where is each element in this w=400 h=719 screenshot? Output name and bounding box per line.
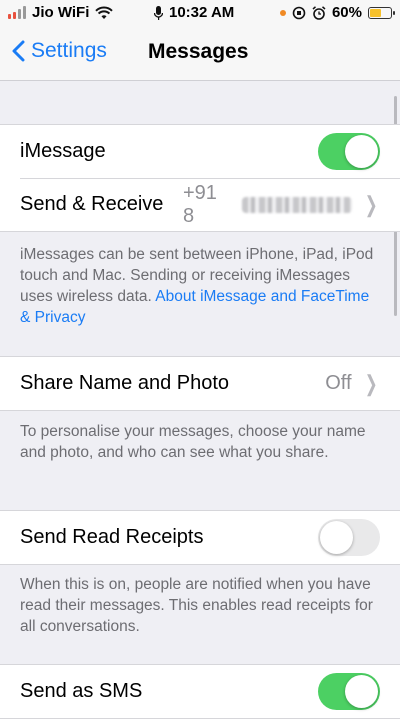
phone-number-value: +91 8 [183, 181, 217, 227]
microphone-icon [154, 5, 163, 20]
imessage-group: iMessage Send & Receive +91 8 ❯ [0, 124, 400, 232]
send-sms-label: Send as SMS [20, 680, 143, 702]
read-receipts-label: Send Read Receipts [20, 526, 204, 548]
chevron-right-icon: ❯ [364, 370, 378, 396]
redacted-number [242, 196, 352, 213]
battery-percentage: 60% [331, 4, 362, 21]
battery-fill [370, 8, 382, 17]
share-name-footer: To personalise your messages, choose you… [20, 421, 382, 463]
wifi-icon [95, 6, 114, 19]
navigation-bar: Settings Messages [0, 26, 400, 81]
imessage-footer: iMessages can be sent between iPhone, iP… [20, 244, 382, 328]
status-bar: Jio WiFi 10:32 AM 60% [0, 0, 400, 26]
battery-icon [368, 6, 395, 19]
imessage-toggle[interactable] [318, 133, 380, 170]
status-right: 60% [279, 4, 395, 21]
status-center: 10:32 AM [154, 4, 234, 21]
back-button-label: Settings [31, 39, 107, 62]
recording-indicator-icon [279, 9, 286, 16]
chevron-left-icon [12, 40, 25, 62]
cellular-signal-icon [8, 6, 26, 19]
share-name-footer-text: To personalise your messages, choose you… [20, 423, 366, 461]
send-sms-toggle[interactable] [318, 673, 380, 710]
chevron-right-icon: ❯ [364, 191, 378, 217]
status-left: Jio WiFi [8, 4, 114, 21]
share-name-value: Off [325, 372, 352, 394]
imessage-row: iMessage [0, 125, 400, 178]
read-receipts-row: Send Read Receipts [0, 511, 400, 564]
page-title: Messages [148, 40, 249, 63]
send-receive-label: Send & Receive [20, 193, 164, 215]
carrier-label: Jio WiFi [32, 4, 90, 21]
send-sms-row: Send as SMS [0, 665, 400, 718]
read-receipts-toggle[interactable] [318, 519, 380, 556]
read-receipts-footer-text: When this is on, people are notified whe… [20, 576, 373, 635]
share-name-label: Share Name and Photo [20, 372, 230, 394]
send-sms-group: Send as SMS [0, 664, 400, 719]
share-name-group: Share Name and Photo Off ❯ [0, 356, 400, 411]
share-name-row[interactable]: Share Name and Photo Off ❯ [0, 357, 400, 410]
alarm-icon [312, 5, 326, 20]
status-time: 10:32 AM [169, 4, 235, 21]
back-button[interactable]: Settings [12, 39, 107, 63]
read-receipts-footer: When this is on, people are notified whe… [20, 574, 382, 637]
imessage-label: iMessage [20, 140, 106, 162]
send-receive-row[interactable]: Send & Receive +91 8 ❯ [0, 178, 400, 231]
orientation-lock-icon [292, 6, 306, 19]
read-receipts-group: Send Read Receipts [0, 510, 400, 565]
